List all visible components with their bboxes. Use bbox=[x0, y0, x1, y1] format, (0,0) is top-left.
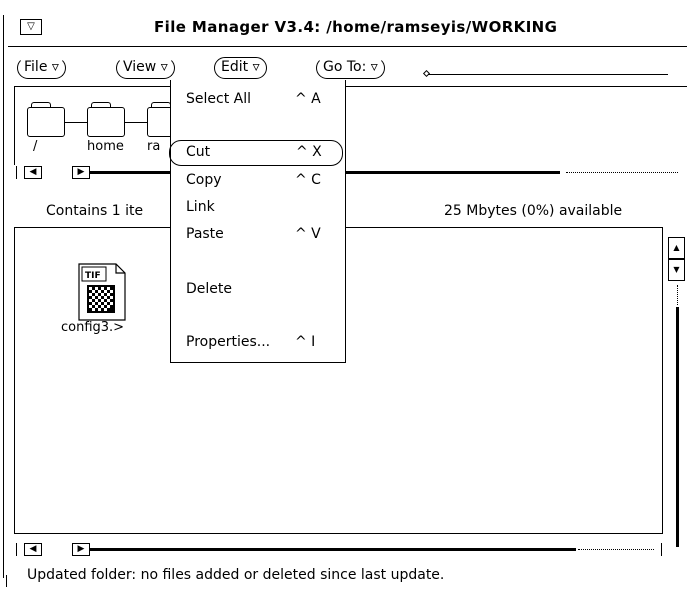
menu-item-link[interactable]: Link bbox=[171, 195, 345, 221]
path-label-ramseyis[interactable]: ra bbox=[147, 139, 160, 154]
menu-item-shortcut: ^ V bbox=[295, 226, 321, 242]
menu-item-label: Link bbox=[186, 199, 215, 215]
file-type-label: TIF bbox=[85, 271, 101, 281]
scroll-right-button[interactable]: ▶ bbox=[72, 166, 90, 179]
disk-space-available: 25 Mbytes (0%) available bbox=[444, 203, 623, 219]
menu-item-copy[interactable]: Copy ^ C bbox=[171, 168, 345, 194]
edit-menu-button[interactable]: Edit ▿ bbox=[214, 57, 267, 79]
menu-item-select-all[interactable]: Select All ^ A bbox=[171, 87, 345, 113]
scroll-up-button[interactable]: ▲ bbox=[668, 237, 685, 259]
goto-menu-arrow-icon: ▿ bbox=[370, 59, 378, 75]
path-pane: / home ra bbox=[14, 86, 687, 165]
menu-item-shortcut: ^ I bbox=[295, 334, 316, 350]
menu-item-shortcut: ^ X bbox=[296, 144, 322, 160]
window-title: File Manager V3.4: /home/ramseyis/WORKIN… bbox=[154, 18, 558, 36]
menu-item-label: Paste bbox=[186, 226, 224, 242]
menu-item-label: Copy bbox=[186, 172, 222, 188]
edit-menu-arrow-icon: ▿ bbox=[252, 59, 260, 75]
view-menu-arrow-icon: ▿ bbox=[160, 59, 168, 75]
menu-item-cut[interactable]: Cut ^ X bbox=[169, 140, 343, 166]
folder-item-count: Contains 1 ite bbox=[46, 203, 144, 219]
goto-menu-button[interactable]: Go To: ▿ bbox=[316, 57, 385, 79]
menu-item-label: Properties... bbox=[186, 334, 271, 350]
scroll-right-button[interactable]: ▶ bbox=[72, 543, 90, 556]
home-folder-icon[interactable] bbox=[87, 107, 125, 137]
menu-item-properties[interactable]: Properties... ^ I bbox=[171, 330, 345, 356]
root-folder-icon[interactable] bbox=[27, 107, 65, 137]
window-resize-corner[interactable] bbox=[6, 575, 7, 587]
menu-item-shortcut: ^ C bbox=[295, 172, 321, 188]
title-bar[interactable]: ▽ File Manager V3.4: /home/ramseyis/WORK… bbox=[8, 13, 687, 47]
vertical-scrollbar-elevator-track[interactable] bbox=[676, 307, 679, 547]
goto-path-input[interactable] bbox=[428, 74, 668, 75]
scrollbar-left-cap bbox=[16, 166, 17, 179]
status-message: Updated folder: no files added or delete… bbox=[27, 567, 445, 583]
scrollbar-right-cap bbox=[661, 543, 662, 556]
window-left-edge bbox=[3, 15, 4, 578]
menu-item-paste[interactable]: Paste ^ V bbox=[171, 222, 345, 248]
path-connector bbox=[65, 122, 87, 123]
scrollbar-cable[interactable] bbox=[578, 549, 654, 551]
scroll-down-button[interactable]: ▼ bbox=[668, 259, 685, 281]
window-menu-button[interactable]: ▽ bbox=[20, 19, 42, 35]
file-menu-button[interactable]: File ▿ bbox=[17, 57, 66, 79]
file-menu-label: File bbox=[24, 59, 48, 75]
scrollbar-cable[interactable] bbox=[566, 172, 678, 174]
menu-item-label: Select All bbox=[186, 91, 251, 107]
file-list-horizontal-scrollbar[interactable]: ◀ ▶ bbox=[16, 543, 663, 556]
scrollbar-elevator-track[interactable] bbox=[90, 548, 576, 551]
menu-item-delete[interactable]: Delete bbox=[171, 277, 345, 303]
path-horizontal-scrollbar[interactable]: ◀ ▶ bbox=[16, 166, 687, 179]
scrollbar-left-cap bbox=[16, 543, 17, 556]
menu-item-label: Delete bbox=[186, 281, 232, 297]
goto-menu-label: Go To: bbox=[323, 59, 367, 75]
file-menu-arrow-icon: ▿ bbox=[51, 59, 59, 75]
tif-file-icon[interactable]: TIF bbox=[78, 263, 126, 321]
file-list-vertical-scrollbar[interactable]: ▲ ▼ bbox=[668, 237, 687, 557]
path-label-root[interactable]: / bbox=[33, 139, 37, 154]
view-menu-label: View bbox=[123, 59, 157, 75]
scroll-left-button[interactable]: ◀ bbox=[24, 166, 42, 179]
file-name-label[interactable]: config3.> bbox=[61, 320, 124, 335]
menu-item-shortcut: ^ A bbox=[295, 91, 321, 107]
edit-menu-dropdown: Select All ^ A Cut ^ X Copy ^ C Link Pas… bbox=[169, 80, 346, 363]
menu-item-label: Cut bbox=[186, 144, 211, 160]
edit-menu-label: Edit bbox=[221, 59, 249, 75]
view-menu-button[interactable]: View ▿ bbox=[116, 57, 175, 79]
vertical-scrollbar-cable[interactable] bbox=[677, 285, 678, 305]
path-connector bbox=[125, 122, 147, 123]
path-label-home[interactable]: home bbox=[87, 139, 124, 154]
scroll-left-button[interactable]: ◀ bbox=[24, 543, 42, 556]
